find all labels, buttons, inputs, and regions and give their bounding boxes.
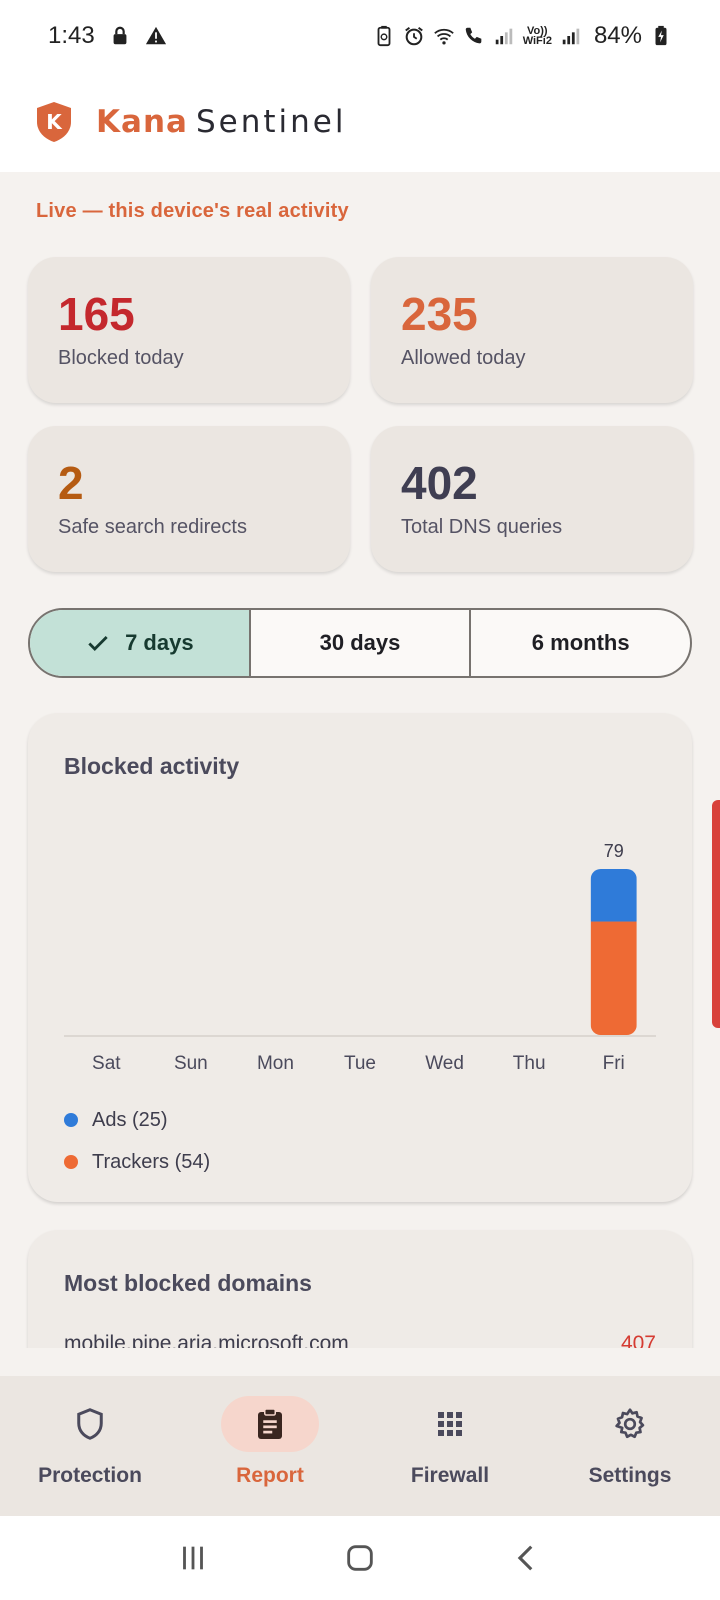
- nav-item-protection[interactable]: Protection: [0, 1376, 180, 1516]
- grid-icon: [438, 1412, 462, 1436]
- edge-panel-handle[interactable]: [712, 800, 720, 1028]
- home-button[interactable]: [340, 1538, 380, 1578]
- nav-label: Settings: [588, 1464, 672, 1487]
- gear-icon: [615, 1408, 645, 1439]
- x-tick-label: Thu: [513, 1053, 546, 1074]
- stat-label: Allowed today: [401, 347, 526, 369]
- stat-card-allowed: 235 Allowed today: [371, 257, 693, 403]
- nav-item-firewall[interactable]: Firewall: [360, 1376, 540, 1516]
- chart-title: Blocked activity: [64, 753, 240, 779]
- warning-icon: [145, 25, 167, 47]
- nav-item-settings[interactable]: Settings: [540, 1376, 720, 1516]
- nav-label: Firewall: [410, 1464, 490, 1487]
- back-icon: [517, 1545, 532, 1571]
- kana-logo-icon: K: [37, 102, 71, 142]
- status-right: Vo)) WiFi2 84%: [373, 22, 672, 50]
- stat-value: 402: [401, 457, 478, 509]
- clipboard-icon: [258, 1408, 282, 1439]
- signal-icon: [493, 25, 515, 47]
- stat-card-safe-search: 2 Safe search redirects: [28, 426, 350, 572]
- nav-icon-wrap: [41, 1396, 139, 1452]
- live-activity-label: Live — this device's real activity: [36, 200, 349, 222]
- stat-label: Safe search redirects: [58, 516, 247, 538]
- status-bar: 1:43 Vo)) WiFi2 84%: [0, 0, 720, 72]
- x-tick-label: Mon: [257, 1053, 294, 1074]
- legend-dot: [64, 1113, 78, 1127]
- wifi-calling-icon: [463, 25, 485, 47]
- legend-label: Ads (25): [92, 1108, 168, 1131]
- app-bar: K Kana Sentinel: [0, 72, 720, 172]
- wifi-icon: [433, 25, 455, 47]
- nav-icon-wrap: [401, 1396, 499, 1452]
- nav-icon-wrap: [581, 1396, 679, 1452]
- domain-name: mobile.pipe.aria.microsoft.com: [64, 1332, 349, 1348]
- most-blocked-domains-card: Most blocked domains mobile.pipe.aria.mi…: [28, 1230, 692, 1348]
- range-option-label: 7 days: [125, 630, 194, 655]
- range-option-30-days[interactable]: 30 days: [248, 610, 470, 676]
- chart-legend: Ads (25) Trackers (54): [64, 1099, 210, 1183]
- stat-label: Total DNS queries: [401, 516, 563, 538]
- stat-value: 2: [58, 457, 84, 509]
- volte-wifi-label: Vo)) WiFi2: [522, 26, 552, 47]
- range-selector: 7 days 30 days 6 months: [28, 608, 692, 678]
- bar-segment-trackers: [590, 921, 637, 1035]
- stat-card-total-queries: 402 Total DNS queries: [371, 426, 693, 572]
- nav-item-report[interactable]: Report: [180, 1376, 360, 1516]
- bar-total-label: 79: [604, 841, 624, 861]
- stat-value: 165: [58, 288, 135, 340]
- wifi2-label: WiFi2: [522, 35, 552, 47]
- alarm-icon: [403, 25, 425, 47]
- domains-clip: Most blocked domains mobile.pipe.aria.mi…: [0, 1200, 720, 1348]
- home-icon: [347, 1545, 373, 1571]
- bottom-navigation: Protection Report Firewall Settings: [0, 1376, 720, 1516]
- signal-icon: [560, 25, 582, 47]
- nav-icon-wrap: [221, 1396, 319, 1452]
- x-tick-label: Sat: [92, 1053, 121, 1074]
- battery-charging-icon: [650, 25, 672, 47]
- brand-primary: Kana: [96, 104, 188, 140]
- recent-apps-button[interactable]: [173, 1538, 213, 1578]
- stat-value: 235: [401, 288, 478, 340]
- back-button[interactable]: [507, 1538, 547, 1578]
- range-option-label: 6 months: [531, 630, 630, 655]
- system-navigation-bar: [0, 1516, 720, 1600]
- x-tick-label: Tue: [344, 1053, 376, 1074]
- stat-label: Blocked today: [58, 347, 184, 369]
- x-tick-label: Wed: [425, 1053, 464, 1074]
- lock-icon: [109, 25, 131, 47]
- status-left: 1:43: [48, 22, 167, 50]
- bar-segment-ads: [590, 869, 637, 922]
- legend-label: Trackers (54): [92, 1150, 211, 1173]
- status-time: 1:43: [48, 22, 95, 49]
- range-option-label: 30 days: [319, 630, 401, 655]
- brand-secondary: Sentinel: [195, 104, 347, 140]
- logo-letter: K: [46, 110, 63, 134]
- domains-title: Most blocked domains: [64, 1270, 312, 1296]
- battery-saver-icon: [373, 25, 395, 47]
- battery-percent: 84%: [593, 22, 642, 49]
- domain-count: 407: [620, 1332, 656, 1348]
- nav-label: Protection: [38, 1464, 142, 1487]
- check-icon: [88, 636, 108, 651]
- blocked-activity-card: Sat Sun Mon Tue Wed Thu Fri 79 Blocked activity…: [28, 713, 692, 1202]
- range-option-7-days[interactable]: 7 days: [30, 610, 249, 676]
- stat-card-blocked: 165 Blocked today: [28, 257, 350, 403]
- x-tick-label: Fri: [603, 1053, 625, 1074]
- shield-icon: [77, 1408, 103, 1440]
- legend-dot: [64, 1155, 78, 1169]
- range-option-6-months[interactable]: 6 months: [469, 610, 690, 676]
- app-brand: Kana Sentinel: [96, 104, 346, 140]
- nav-label: Report: [236, 1464, 304, 1487]
- domain-row[interactable]: mobile.pipe.aria.microsoft.com 407: [64, 1332, 656, 1348]
- legend-item-ads: Ads (25): [64, 1099, 210, 1141]
- x-tick-label: Sun: [174, 1053, 208, 1074]
- legend-item-trackers: Trackers (54): [64, 1141, 210, 1183]
- recent-apps-icon: [183, 1546, 204, 1570]
